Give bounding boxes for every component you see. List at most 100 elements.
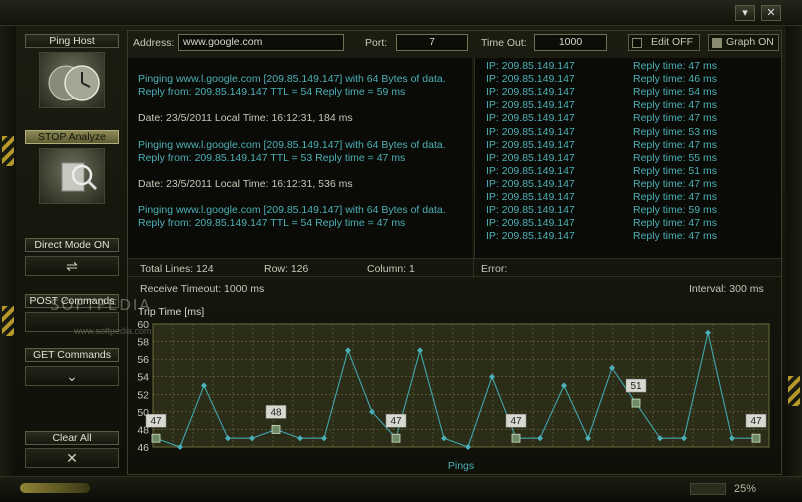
graph-toggle-label: Graph ON [726, 36, 774, 48]
magnifier-icon-graphic [61, 162, 98, 192]
y-tick-label: 56 [137, 354, 149, 366]
reply-time: Reply time: 59 ms [633, 204, 718, 217]
get-commands-button[interactable]: GET Commands [25, 348, 119, 362]
error-label: Error: [481, 263, 508, 275]
reply-time: Reply time: 47 ms [633, 177, 718, 190]
direct-mode-toggle[interactable]: ⇌ [25, 256, 119, 276]
watermark-brand: SOFTPEDIA [50, 296, 152, 314]
log-line: Pinging www.l.google.com [209.85.149.147… [138, 204, 446, 216]
hazard-stripes-top [2, 136, 14, 166]
reply-time: Reply time: 51 ms [633, 164, 718, 177]
y-tick-label: 46 [137, 442, 149, 454]
edit-checkbox[interactable] [632, 38, 642, 48]
equals-arrow-icon: ⇌ [66, 258, 78, 274]
plot-area [152, 323, 770, 448]
timeout-label: Time Out: [481, 37, 527, 49]
graph-toggle[interactable]: Graph ON [708, 34, 779, 51]
reply-ip: IP: 209.85.149.147 [486, 151, 575, 164]
hazard-stripes-right [788, 376, 800, 406]
log-line: Pinging www.l.google.com [209.85.149.147… [138, 73, 446, 85]
zoom-slider[interactable] [690, 483, 726, 495]
clear-all-button[interactable]: Clear All [25, 431, 119, 445]
graph-checkbox[interactable] [712, 38, 722, 48]
reply-time: Reply time: 54 ms [633, 86, 718, 99]
get-commands-expand[interactable]: ⌄ [25, 366, 119, 386]
edit-toggle-label: Edit OFF [651, 36, 694, 48]
magnifier-icon[interactable] [39, 148, 105, 204]
address-input[interactable]: www.google.com [178, 34, 344, 51]
left-rail [0, 26, 16, 476]
column-indicator: Column: 1 [367, 263, 415, 275]
marker-label: 48 [270, 407, 282, 418]
reply-ip: IP: 209.85.149.147 [486, 112, 575, 125]
reply-ip: IP: 209.85.149.147 [486, 191, 575, 203]
right-rail [786, 26, 802, 476]
reply-time: Reply time: 47 ms [633, 191, 718, 203]
reply-time: Reply time: 47 ms [633, 112, 718, 125]
log-line: Date: 23/5/2011 Local Time: 16:12:31, 53… [138, 177, 353, 190]
marker-label: 47 [750, 416, 762, 427]
ping-host-button[interactable]: Ping Host [25, 34, 119, 48]
reply-time: Reply time: 53 ms [633, 125, 718, 138]
reply-ip: IP: 209.85.149.147 [486, 164, 575, 177]
reply-time: Reply time: 47 ms [633, 60, 718, 72]
stop-analyze-button[interactable]: STOP Analyze [25, 130, 119, 144]
reply-ip: IP: 209.85.149.147 [486, 60, 575, 72]
left-command-panel: Ping Host STOP Analyze Direct Mode ON ⇌ … [22, 30, 122, 470]
status-row: Total Lines: 124 Row: 126 Column: 1 Erro… [128, 258, 781, 278]
reply-time: Reply time: 46 ms [633, 73, 718, 86]
reply-ip: IP: 209.85.149.147 [486, 125, 575, 138]
graph-area: Receive Timeout: 1000 ms Interval: 300 m… [128, 278, 781, 474]
bottom-bar [0, 476, 802, 502]
log-line: Reply from: 209.85.149.147 TTL = 54 Repl… [138, 86, 406, 99]
reply-ip: IP: 209.85.149.147 [486, 204, 575, 217]
reply-list[interactable]: IP: 209.85.149.147 Reply time: 47 ms IP: 2… [474, 58, 781, 258]
clock-icon-graphic [48, 65, 100, 101]
edit-toggle[interactable]: Edit OFF [628, 34, 700, 51]
double-chevron-down-icon: ⌄ [66, 368, 78, 384]
log-line: Pinging www.l.google.com [209.85.149.147… [138, 138, 446, 151]
marker-square [511, 433, 521, 443]
marker-square [151, 433, 161, 443]
x-icon: ✕ [66, 450, 78, 466]
reply-time: Reply time: 47 ms [633, 217, 718, 230]
ping-log[interactable]: Pinging www.l.google.com [209.85.149.147… [128, 58, 472, 258]
minimize-icon[interactable]: ▾ [735, 5, 755, 21]
close-icon[interactable]: ✕ [761, 5, 781, 21]
status-divider [473, 259, 474, 278]
marker-label: 51 [630, 381, 642, 392]
marker-square [271, 425, 281, 434]
port-label: Port: [365, 37, 388, 49]
y-tick-label: 54 [137, 372, 149, 384]
marker-square [391, 433, 401, 443]
reply-time: Reply time: 47 ms [633, 99, 718, 112]
marker-square [751, 433, 761, 443]
reply-ip: IP: 209.85.149.147 [486, 99, 575, 112]
trip-time-chart: 4648505254565860Trip Time [ms]Pings47484… [137, 306, 770, 472]
reply-time: Reply time: 47 ms [633, 138, 718, 151]
zoom-level: 25% [734, 483, 757, 495]
watermark-url: www.softpedia.com [74, 326, 152, 336]
reply-ip: IP: 209.85.149.147 [486, 177, 575, 190]
reply-ip: IP: 209.85.149.147 [486, 217, 575, 230]
log-line: Reply from: 209.85.149.147 TTL = 53 Repl… [138, 151, 406, 164]
marker-square [631, 398, 641, 408]
marker-label: 47 [390, 416, 402, 427]
direct-mode-button[interactable]: Direct Mode ON [25, 238, 119, 252]
reply-ip: IP: 209.85.149.147 [486, 138, 575, 151]
reply-ip: IP: 209.85.149.147 [486, 230, 575, 243]
clock-icon[interactable] [39, 52, 105, 108]
timeout-input[interactable]: 1000 [534, 34, 607, 51]
log-line: Date: 23/5/2011 Local Time: 16:12:31, 18… [138, 112, 353, 125]
port-input[interactable]: 7 [396, 34, 468, 51]
x-axis-label: Pings [448, 460, 474, 472]
reply-time: Reply time: 55 ms [633, 151, 718, 164]
marker-label: 47 [150, 416, 162, 427]
total-lines: Total Lines: 124 [140, 263, 214, 275]
log-line: Reply from: 209.85.149.147 TTL = 54 Repl… [138, 217, 406, 230]
title-bar: ▾ ✕ [0, 0, 802, 26]
y-tick-label: 58 [137, 337, 149, 349]
clear-all-x[interactable]: ✕ [25, 448, 119, 468]
y-tick-label: 52 [137, 389, 149, 401]
reply-ip: IP: 209.85.149.147 [486, 86, 575, 99]
